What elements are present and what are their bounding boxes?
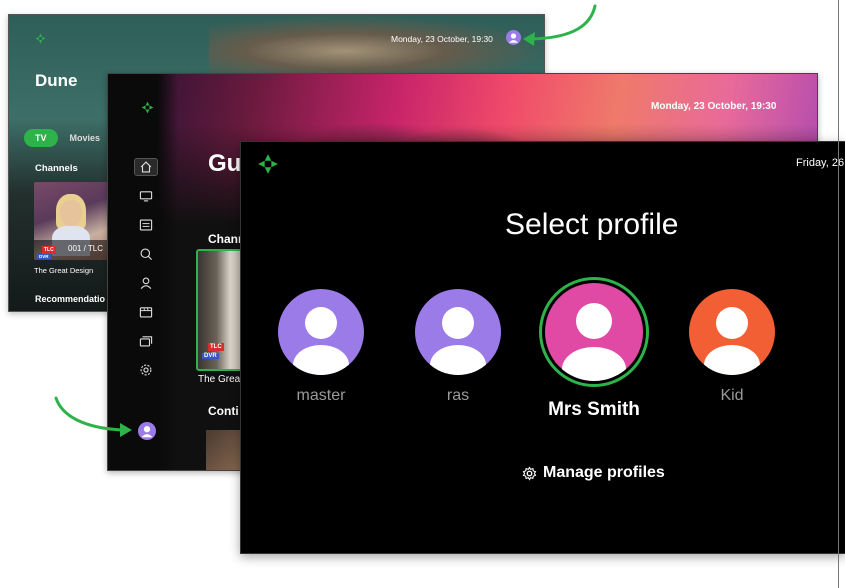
datetime: Monday, 23 October, 19:30: [651, 101, 777, 112]
page-title: Select profile: [505, 208, 679, 241]
section-continue-heading: Conti: [208, 404, 239, 418]
channel-logo-badge: TLC: [208, 343, 224, 351]
app-logo-icon: [141, 101, 154, 114]
app-logo-icon: [258, 154, 278, 174]
profile-name: master: [296, 387, 346, 404]
sidebar-item-home[interactable]: [134, 158, 158, 176]
channel-number: 001 / TLC: [68, 244, 103, 253]
avatar: [278, 289, 364, 375]
selected-ring: [539, 277, 649, 387]
hero-artwork: [209, 15, 544, 75]
section-recommendations-heading: Recommendatio: [35, 294, 106, 304]
sidebar-item-search[interactable]: [134, 245, 158, 263]
settings-icon: [522, 465, 537, 481]
app-logo-icon: [35, 33, 46, 44]
tab-movies[interactable]: Movies: [66, 129, 105, 147]
profile-kid[interactable]: Kid: [689, 289, 775, 405]
channel-card[interactable]: TLC DVR 001 / TLC: [34, 182, 110, 260]
avatar: [545, 283, 643, 381]
channel-card-title: The Great Design: [34, 266, 94, 275]
hero-title: Dune: [35, 71, 78, 90]
avatar: [689, 289, 775, 375]
datetime: Monday, 23 October, 19:30: [391, 34, 493, 44]
recordings-icon: [139, 336, 153, 347]
sidebar-item-guide[interactable]: [134, 216, 158, 234]
channel-card-title: The Great: [198, 374, 244, 385]
tab-tv[interactable]: TV: [24, 129, 58, 147]
section-channels-heading: Channels: [35, 163, 78, 174]
dvr-badge: DVR: [37, 254, 51, 259]
manage-profiles-label: Manage profiles: [543, 464, 665, 481]
dvr-badge: DVR: [202, 353, 219, 359]
profile-master[interactable]: master: [278, 289, 364, 405]
profile-avatar-icon[interactable]: [138, 422, 156, 440]
sidebar-item-settings[interactable]: [134, 361, 158, 379]
sidebar-nav: [134, 158, 158, 379]
profile-mrs-smith[interactable]: Mrs Smith: [539, 277, 649, 421]
channel-logo-badge: TLC: [42, 246, 56, 254]
home-icon: [140, 161, 152, 173]
profile-ras[interactable]: ras: [415, 289, 501, 405]
front-screen-profile-select: Friday, 26 Select profile master ras Mrs…: [240, 141, 845, 554]
sidebar-item-profile[interactable]: [134, 274, 158, 292]
sidebar-item-movies[interactable]: [134, 303, 158, 321]
tv-icon: [139, 191, 153, 202]
avatar: [415, 289, 501, 375]
manage-profiles-button[interactable]: Manage profiles: [522, 464, 665, 482]
datetime: Friday, 26: [796, 157, 845, 169]
movies-icon: [139, 307, 153, 318]
user-icon: [140, 277, 152, 289]
profile-name: Kid: [720, 387, 744, 404]
sidebar-item-recordings[interactable]: [134, 332, 158, 350]
page-title: Gu: [208, 150, 242, 177]
divider: [838, 0, 839, 588]
profile-name: ras: [446, 387, 470, 404]
tab-bar: TV Movies: [24, 129, 104, 147]
settings-icon: [140, 364, 152, 376]
pointer-arrow-icon: [54, 396, 132, 437]
guide-icon: [139, 219, 153, 231]
search-icon: [140, 248, 152, 260]
channel-card[interactable]: TLC DVR: [196, 249, 246, 371]
sidebar-item-tv[interactable]: [134, 187, 158, 205]
profile-name: Mrs Smith: [548, 399, 640, 420]
pointer-arrow-icon: [523, 4, 597, 46]
